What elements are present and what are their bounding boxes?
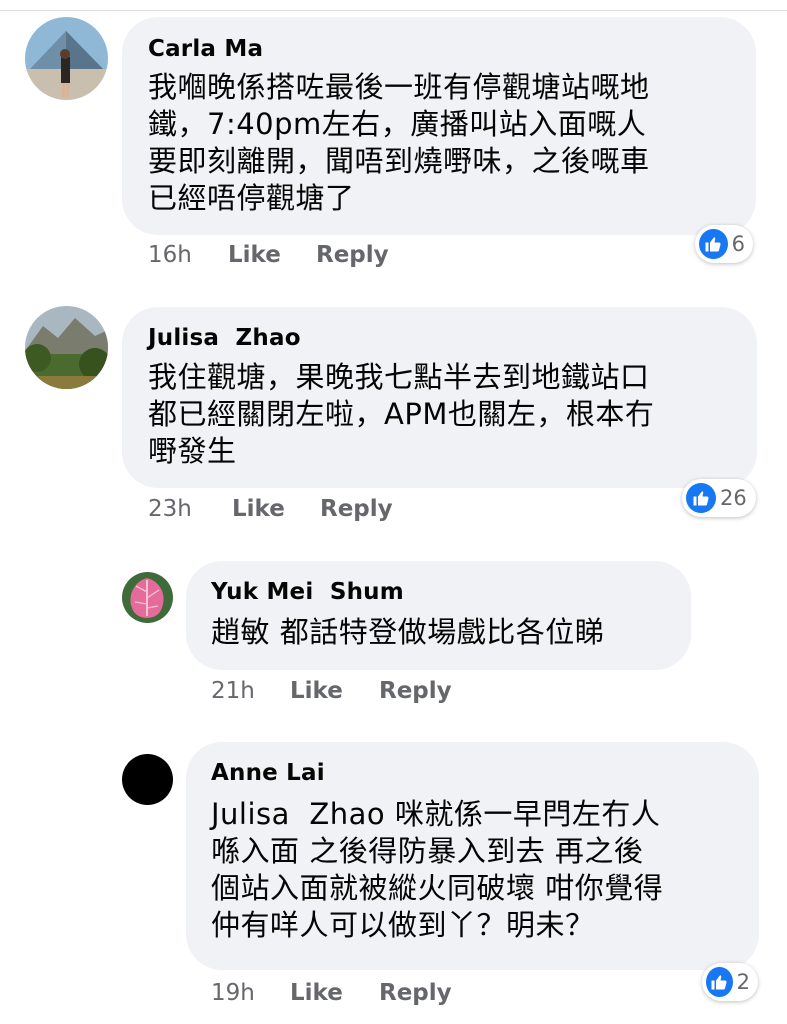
avatar-julisa-zhao[interactable] (25, 306, 108, 389)
reaction-count-badge[interactable]: 2 (702, 963, 758, 1001)
comment-timestamp[interactable]: 16h (148, 242, 192, 268)
reply-button[interactable]: Reply (379, 980, 452, 1006)
reply-button[interactable]: Reply (320, 496, 393, 522)
reply-button[interactable]: Reply (379, 678, 452, 704)
comment-author[interactable]: Carla Ma (148, 36, 263, 62)
comment-actions: 21h Like Reply (211, 678, 611, 708)
comment-actions: 19h Like Reply (211, 980, 611, 1010)
comment-actions: 16h Like Reply (148, 242, 548, 272)
reaction-count: 26 (720, 486, 747, 510)
reply-button[interactable]: Reply (316, 242, 389, 268)
comment-text: 我住觀塘，果晚我七點半去到地鐵站口 都已經關閉左啦，APM也關左，根本冇 嘢發生 (148, 360, 655, 468)
reaction-count-badge[interactable]: 26 (682, 479, 756, 517)
comment-actions: 23h Like Reply (148, 496, 548, 526)
comment-author[interactable]: Julisa Zhao (148, 325, 301, 351)
avatar-carla-ma[interactable] (25, 17, 108, 100)
like-button[interactable]: Like (232, 496, 285, 522)
reaction-count-badge[interactable]: 6 (695, 225, 753, 263)
comment-text: Julisa Zhao 咪就係一早閂左冇人 喺入面 之後得防暴入到去 再之後 個… (211, 797, 664, 942)
comment-author[interactable]: Anne Lai (211, 760, 325, 786)
comment-timestamp[interactable]: 19h (211, 980, 255, 1006)
like-button[interactable]: Like (228, 242, 281, 268)
top-divider (0, 10, 787, 11)
reaction-count: 6 (731, 232, 745, 256)
comment-timestamp[interactable]: 21h (211, 678, 255, 704)
comment-text: 我嗰晚係搭咗最後一班有停觀塘站嘅地 鐵，7:40pm左右，廣播叫站入面嘅人 要即… (148, 70, 650, 215)
thumbs-up-icon (686, 483, 716, 513)
like-button[interactable]: Like (290, 980, 343, 1006)
comment-author[interactable]: Yuk Mei Shum (211, 579, 404, 605)
comment-text: 趙敏 都話特登做場戲比各位睇 (211, 615, 605, 649)
avatar-yuk-mei-shum[interactable] (122, 572, 173, 623)
reaction-count: 2 (736, 970, 750, 994)
comment-timestamp[interactable]: 23h (148, 496, 192, 522)
avatar-anne-lai[interactable] (122, 754, 173, 805)
thumbs-up-icon (706, 967, 733, 997)
like-button[interactable]: Like (290, 678, 343, 704)
thumbs-up-icon (699, 229, 728, 259)
